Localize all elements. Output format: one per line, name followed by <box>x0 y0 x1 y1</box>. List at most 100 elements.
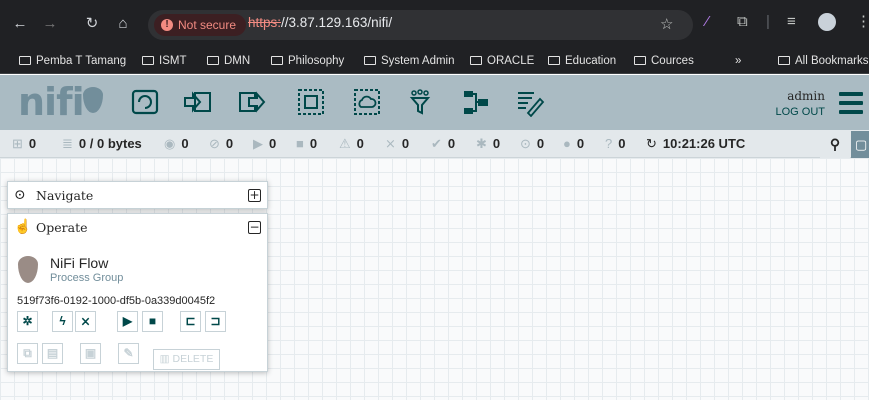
refresh-icon[interactable]: ↻ <box>646 136 657 151</box>
operate-header[interactable]: ☝ Operate − <box>8 214 267 241</box>
paste-icon: ▤ <box>46 346 59 360</box>
bookmark-label: ORACLE <box>487 55 535 67</box>
home-icon[interactable]: ⌂ <box>113 14 133 34</box>
not-transmitting-stat: ⊘ 0 <box>209 135 233 153</box>
sync-failure-stat: ? 0 <box>605 135 625 153</box>
stat-value: 0 <box>492 136 501 151</box>
url-text[interactable]: https://3.87.129.163/nifi/ <box>248 15 392 30</box>
group-icon: ▣ <box>84 346 97 360</box>
menu-dots-icon[interactable]: ⋮ <box>856 12 869 32</box>
stat-value: 0 <box>309 136 318 151</box>
paste-button[interactable]: ▤ <box>42 343 63 364</box>
process-group-tool-icon[interactable] <box>296 87 326 117</box>
locally-modified-stale-stat: ● 0 <box>563 135 584 153</box>
bulletin-icon[interactable]: ▢ <box>851 131 869 158</box>
bookmark-item[interactable]: Education <box>548 52 616 70</box>
check-icon: ✔ <box>431 136 442 151</box>
stat-value: 0 <box>401 136 410 151</box>
collapse-icon[interactable]: − <box>248 221 261 234</box>
folder-icon <box>634 56 646 65</box>
address-bar[interactable]: ! Not secure https://3.87.129.163/nifi/ … <box>148 10 693 40</box>
process-group-icon <box>18 256 38 283</box>
create-template-button[interactable]: ⊏ <box>180 311 201 332</box>
star-icon[interactable]: ☆ <box>660 15 673 35</box>
color-button[interactable]: ✎ <box>118 343 139 364</box>
folder-icon <box>548 56 560 65</box>
folder-icon <box>271 56 283 65</box>
stop-button[interactable]: ■ <box>142 311 163 332</box>
enable-button[interactable]: ϟ <box>52 311 73 332</box>
start-button[interactable]: ▶ <box>117 311 138 332</box>
bookmark-item[interactable]: Cources <box>634 52 694 70</box>
bookmark-label: System Admin <box>381 55 455 67</box>
pen-extension-icon[interactable]: ⁄ <box>706 12 709 32</box>
group-button[interactable]: ▣ <box>80 343 101 364</box>
configure-button[interactable]: ✲ <box>17 311 38 332</box>
bookmark-label: Cources <box>651 55 694 67</box>
operate-panel: ☝ Operate − NiFi Flow Process Group 519f… <box>7 213 268 372</box>
divider: | <box>766 13 770 30</box>
expand-icon[interactable]: + <box>248 189 261 202</box>
up-to-date-stat: ✔ 0 <box>431 135 455 153</box>
delete-button[interactable]: ▥ DELETE <box>153 349 220 370</box>
disable-button[interactable]: ⨯ <box>75 311 96 332</box>
profile-avatar[interactable] <box>818 13 836 31</box>
flow-status-bar: ⊞ 0 ≣ 0 / 0 bytes ◉ 0 ⊘ 0 ▶ 0 ■ 0 ⚠ 0 ⨯ 0 ✔ 0 ✱ 0 … <box>0 130 869 158</box>
url-path: //3.87.129.163/nifi/ <box>281 15 393 30</box>
copy-button[interactable]: ⧉ <box>17 343 38 364</box>
bookmark-item[interactable]: Pemba T Tamang <box>19 52 126 70</box>
gear-icon: ✲ <box>22 314 33 328</box>
all-bookmarks[interactable]: All Bookmarks <box>778 52 869 70</box>
bookmark-item[interactable]: DMN <box>207 52 250 70</box>
back-icon[interactable]: ← <box>10 14 30 34</box>
bookmark-item[interactable]: ISMT <box>142 52 186 70</box>
selection-type: Process Group <box>50 272 124 284</box>
question-icon: ? <box>605 136 613 151</box>
not-secure-label: Not secure <box>178 18 237 32</box>
input-port-tool-icon[interactable] <box>183 87 213 117</box>
stat-value: 0 / 0 bytes <box>78 136 142 151</box>
folder-icon <box>142 56 154 65</box>
reading-list-icon[interactable]: ≡ <box>787 12 796 32</box>
stat-value: 0 <box>618 136 626 151</box>
extensions-icon[interactable]: ⧉ <box>737 12 748 32</box>
invalid-stat: ⚠ 0 <box>339 135 364 153</box>
global-menu-icon[interactable] <box>839 92 863 114</box>
url-scheme: https: <box>248 15 282 30</box>
bookmark-item[interactable]: Philosophy <box>271 52 344 70</box>
logout-link[interactable]: LOG OUT <box>775 104 825 120</box>
folder-icon <box>470 56 482 65</box>
locally-modified-stat: ✱ 0 <box>476 135 500 153</box>
bookmarks-bar: Pemba T Tamang ISMT DMN Philosophy Syste… <box>0 48 869 74</box>
reload-icon[interactable]: ↻ <box>82 14 102 34</box>
disabled-stat: ⨯ 0 <box>385 135 409 153</box>
stale-stat: ⊙ 0 <box>520 135 544 153</box>
output-port-tool-icon[interactable] <box>237 87 267 117</box>
search-icon[interactable]: ⚲ <box>820 131 850 158</box>
operate-title: Operate <box>36 220 88 235</box>
label-tool-icon[interactable] <box>515 87 545 118</box>
processor-tool-icon[interactable] <box>130 87 160 117</box>
refresh-time[interactable]: ↻ 10:21:26 UTC <box>646 135 745 153</box>
lightning-icon: ϟ <box>59 314 66 328</box>
disable-lightning-icon: ⨯ <box>80 314 91 328</box>
up-arrow-circle-icon: ⊙ <box>520 136 531 151</box>
not-secure-badge[interactable]: ! Not secure <box>154 14 247 36</box>
bookmarks-overflow[interactable]: » <box>735 52 741 70</box>
navigate-header[interactable]: ⊙ Navigate + <box>8 182 267 209</box>
stop-icon: ■ <box>148 314 157 328</box>
running-stat: ▶ 0 <box>253 135 276 153</box>
nifi-header: nifi admin LOG OUT <box>0 75 869 130</box>
upload-template-button[interactable]: ⊐ <box>205 311 226 332</box>
bookmark-item[interactable]: System Admin <box>364 52 455 70</box>
funnel-tool-icon[interactable] <box>405 87 435 117</box>
template-tool-icon[interactable] <box>461 87 491 117</box>
bookmark-label: Pemba T Tamang <box>36 55 127 67</box>
stat-value: 0 <box>536 136 545 151</box>
stat-value: 0 <box>576 136 585 151</box>
bookmark-item[interactable]: ORACLE <box>470 52 534 70</box>
browser-toolbar: ← → ↻ ⌂ ! Not secure https://3.87.129.16… <box>0 0 869 48</box>
disabled-icon: ⨯ <box>385 136 396 151</box>
forward-icon[interactable]: → <box>40 14 60 34</box>
remote-process-group-tool-icon[interactable] <box>352 87 382 117</box>
